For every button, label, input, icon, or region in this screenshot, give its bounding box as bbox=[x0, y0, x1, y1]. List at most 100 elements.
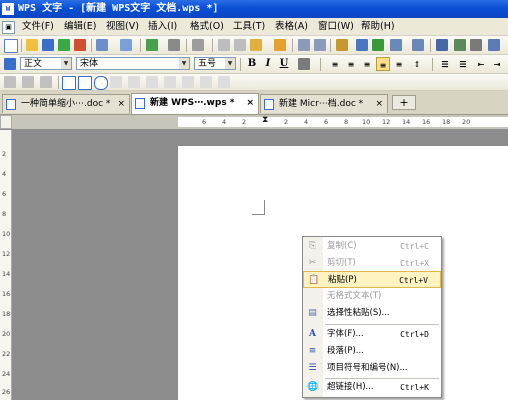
drag-handle-icon[interactable] bbox=[4, 76, 16, 88]
context-menu-paragraph[interactable]: ≡ 段落(P)... bbox=[303, 343, 441, 360]
context-menu-hyperlink[interactable]: 🌐 超链接(H)... Ctrl+K bbox=[303, 379, 441, 396]
paragraph-icon: ≡ bbox=[308, 346, 317, 356]
menu-tools[interactable]: 工具(T) bbox=[233, 20, 265, 33]
undo-icon[interactable] bbox=[298, 39, 310, 51]
zoom-icon[interactable] bbox=[470, 39, 482, 51]
options-icon[interactable] bbox=[488, 39, 500, 51]
cut-icon: ✂ bbox=[308, 258, 317, 268]
styles-icon[interactable] bbox=[4, 58, 16, 70]
ruler-tick: 24 bbox=[2, 370, 11, 378]
simplified-chinese-icon[interactable] bbox=[192, 39, 204, 51]
context-menu-bullets-numbering[interactable]: ☰ 项目符号和编号(N)... bbox=[303, 360, 441, 377]
bold-button[interactable]: B bbox=[245, 57, 259, 71]
menu-insert[interactable]: 插入(I) bbox=[148, 20, 177, 33]
context-menu-copy[interactable]: ⎘ 复制(C) Ctrl+C bbox=[303, 238, 441, 255]
menu-view[interactable]: 视图(V) bbox=[106, 20, 139, 33]
indent-marker-icon[interactable]: ⧗ bbox=[262, 115, 268, 125]
properties-icon[interactable] bbox=[218, 76, 230, 88]
context-menu-paste-special[interactable]: ▤ 选择性粘贴(S)... bbox=[303, 305, 441, 322]
distributed-button[interactable]: ≡ bbox=[392, 57, 406, 71]
font-size-value: 五号 bbox=[198, 59, 217, 69]
chevron-down-icon[interactable]: ▼ bbox=[225, 58, 235, 69]
table-icon[interactable] bbox=[336, 39, 348, 51]
open-folder-icon[interactable] bbox=[26, 39, 38, 51]
bullets-button[interactable]: ☰ bbox=[456, 57, 470, 71]
spinner-control-icon[interactable] bbox=[182, 76, 194, 88]
menu-edit[interactable]: 编辑(E) bbox=[64, 20, 96, 33]
copy-icon: ⎘ bbox=[308, 241, 317, 251]
borders-icon[interactable] bbox=[412, 39, 424, 51]
menu-format[interactable]: 格式(O) bbox=[190, 20, 224, 33]
image-control-icon[interactable] bbox=[128, 76, 140, 88]
hyperlink-icon[interactable] bbox=[372, 39, 384, 51]
menu-window[interactable]: 窗口(W) bbox=[318, 20, 354, 33]
scrollbar-control-icon[interactable] bbox=[164, 76, 176, 88]
menu-separator bbox=[325, 324, 439, 325]
chevron-down-icon[interactable]: ▼ bbox=[179, 58, 189, 69]
new-tab-button[interactable]: + bbox=[392, 95, 416, 110]
align-left-button[interactable]: ≡ bbox=[328, 57, 342, 71]
wps-app-icon: W bbox=[2, 3, 14, 15]
scissors-icon[interactable] bbox=[168, 39, 180, 51]
align-center-button[interactable]: ≡ bbox=[344, 57, 358, 71]
tab-stop-selector[interactable] bbox=[0, 115, 12, 129]
context-menu-cut[interactable]: ✂ 剪切(T) Ctrl+X bbox=[303, 255, 441, 272]
italic-button[interactable]: I bbox=[261, 57, 275, 71]
label-control-icon[interactable] bbox=[146, 76, 158, 88]
chevron-down-icon[interactable]: ▼ bbox=[61, 58, 71, 69]
menu-file[interactable]: 文件(F) bbox=[22, 20, 54, 33]
underline-button[interactable]: U bbox=[277, 57, 291, 71]
font-combo[interactable]: 宋体 ▼ bbox=[76, 57, 190, 70]
redo-icon[interactable] bbox=[314, 39, 326, 51]
decrease-indent-button[interactable]: ⇤ bbox=[474, 57, 488, 71]
tab-document-1[interactable]: 一种简单缩小⋯.doc * × bbox=[2, 94, 130, 113]
document-tab-bar: 一种简单缩小⋯.doc * × 新建 WPS⋯.wps * × 新建 Micr⋯… bbox=[0, 91, 508, 115]
tab-label: 新建 WPS⋯.wps * bbox=[150, 98, 235, 108]
horizontal-ruler[interactable]: 6 4 2 ⧗ 2 4 6 8 10 12 14 16 18 20 bbox=[12, 115, 508, 129]
document-icon[interactable]: ▣ bbox=[2, 21, 15, 34]
export-icon[interactable] bbox=[58, 39, 70, 51]
button-control-icon[interactable] bbox=[110, 76, 122, 88]
align-right-button[interactable]: ≡ bbox=[360, 57, 374, 71]
columns-icon[interactable] bbox=[390, 39, 402, 51]
font-size-combo[interactable]: 五号 ▼ bbox=[194, 57, 236, 70]
justify-button[interactable]: ≡ bbox=[376, 57, 390, 71]
vertical-ruler[interactable]: 2 4 6 8 10 12 14 16 18 20 22 24 26 bbox=[0, 130, 12, 400]
print-preview-icon[interactable] bbox=[120, 39, 132, 51]
close-icon[interactable]: × bbox=[117, 95, 125, 114]
increase-indent-button[interactable]: ⇥ bbox=[490, 57, 504, 71]
radio-icon[interactable] bbox=[94, 76, 108, 90]
pdf-icon[interactable] bbox=[74, 39, 86, 51]
cut-icon[interactable] bbox=[218, 39, 230, 51]
menu-table[interactable]: 表格(A) bbox=[275, 20, 308, 33]
tab-document-3[interactable]: 新建 Micr⋯档.doc * × bbox=[260, 94, 388, 113]
print-icon[interactable] bbox=[96, 39, 108, 51]
frame-control-icon[interactable] bbox=[200, 76, 212, 88]
text-field-icon[interactable] bbox=[22, 76, 34, 88]
spellcheck-icon[interactable] bbox=[146, 39, 158, 51]
menu-help[interactable]: 帮助(H) bbox=[361, 20, 395, 33]
show-marks-icon[interactable] bbox=[436, 39, 448, 51]
format-painter-icon[interactable] bbox=[274, 39, 286, 51]
checkbox-icon[interactable] bbox=[62, 76, 76, 90]
font-color-icon[interactable] bbox=[298, 58, 310, 70]
copy-icon[interactable] bbox=[234, 39, 246, 51]
context-menu-paste-plain-text[interactable]: 无格式文本(T) bbox=[303, 288, 441, 305]
formula-icon[interactable] bbox=[356, 39, 368, 51]
context-menu-paste[interactable]: 📋 粘贴(P) Ctrl+V bbox=[303, 271, 441, 288]
context-menu-font[interactable]: A 字体(F)... Ctrl+D bbox=[303, 326, 441, 343]
tab-document-2[interactable]: 新建 WPS⋯.wps * × bbox=[131, 93, 259, 114]
help-icon[interactable] bbox=[454, 39, 466, 51]
ruler-text-area bbox=[178, 117, 508, 127]
toolbar-separator bbox=[292, 39, 293, 52]
style-combo[interactable]: 正文 ▼ bbox=[20, 57, 72, 70]
close-icon[interactable]: × bbox=[375, 95, 383, 114]
listbox-icon[interactable] bbox=[78, 76, 92, 90]
combo-field-icon[interactable] bbox=[40, 76, 52, 88]
numbering-button[interactable]: ☰ bbox=[438, 57, 452, 71]
paste-icon[interactable] bbox=[250, 39, 262, 51]
new-document-icon[interactable] bbox=[4, 39, 18, 53]
save-icon[interactable] bbox=[42, 39, 54, 51]
line-spacing-button[interactable]: ↕ bbox=[410, 57, 424, 71]
close-icon[interactable]: × bbox=[246, 94, 254, 113]
